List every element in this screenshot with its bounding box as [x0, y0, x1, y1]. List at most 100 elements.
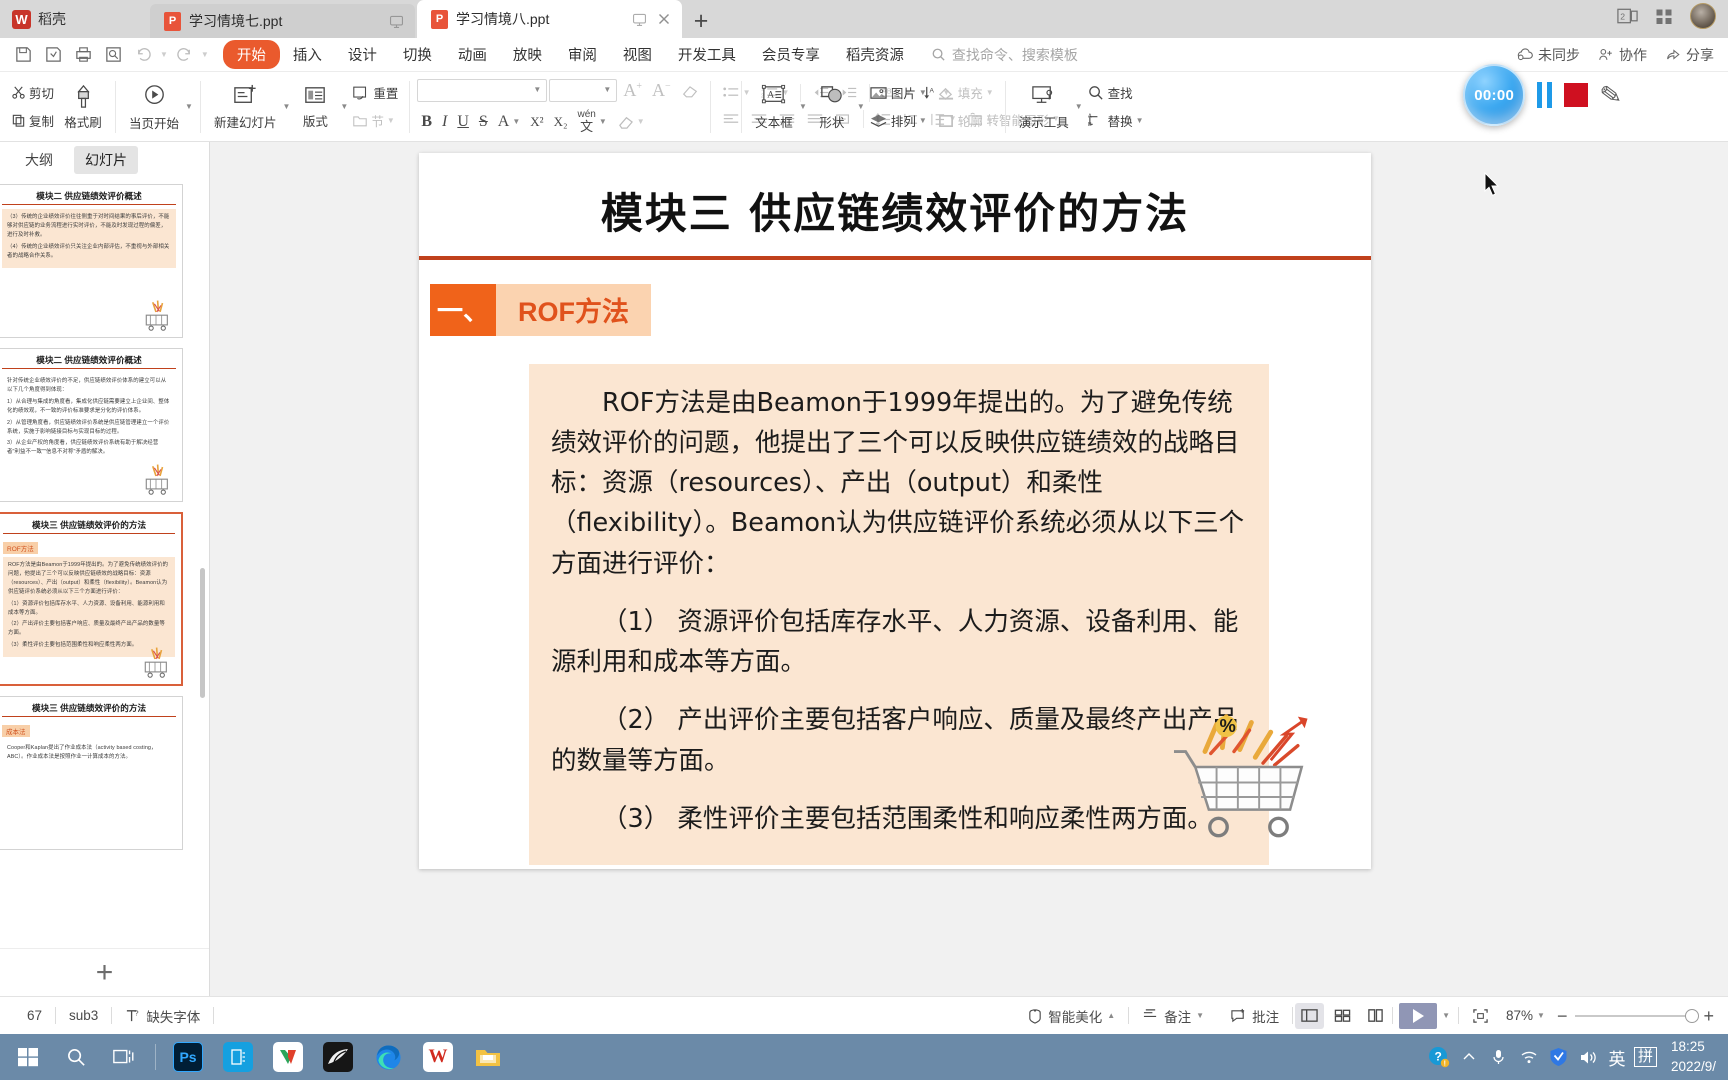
slide-thumbnail-list[interactable]: 模块二 供应链绩效评价概述 （3）传统的企业绩效评价往往侧重于对时间结果的事后评… [0, 178, 209, 948]
undo-icon[interactable] [130, 42, 157, 68]
new-slide-button[interactable]: 新建幻灯片 [208, 81, 283, 133]
taskbar-app-wps-office[interactable] [263, 1034, 313, 1080]
slide-thumbnail-4[interactable]: 模块三 供应链绩效评价的方法 成本法 Cooper和Kaplan提出了作业成本法… [0, 696, 183, 850]
command-search[interactable]: 查找命令、搜索模板 [931, 45, 1078, 65]
document-tab-2[interactable]: P 学习情境八.ppt [417, 0, 682, 38]
tab-animation[interactable]: 动画 [445, 40, 500, 69]
search-button[interactable] [52, 1034, 100, 1080]
strikethrough-button[interactable]: S [475, 111, 492, 133]
comments-button[interactable]: 批注 [1217, 1006, 1292, 1026]
slide-thumbnail-2[interactable]: 模块二 供应链绩效评价概述 针对传统企业绩效评价的不足，供应链绩效评价体系的建立… [0, 348, 183, 502]
save-icon[interactable] [10, 42, 37, 68]
grow-font-button[interactable]: A+ [619, 78, 646, 103]
microphone-icon[interactable] [1484, 1034, 1514, 1080]
superscript-button[interactable]: X² [526, 112, 547, 132]
text-box-caret-icon[interactable]: ▼ [799, 102, 807, 111]
close-icon[interactable] [656, 11, 672, 27]
ime-mode-button[interactable]: 拼 [1630, 1034, 1661, 1080]
help-icon[interactable]: ? ! [1424, 1034, 1454, 1080]
replace-button[interactable]: A B 替换 ▼ [1083, 109, 1148, 132]
smart-beautify-button[interactable]: 智能美化 ▲ [1014, 1006, 1128, 1026]
italic-button[interactable]: I [438, 111, 451, 133]
customize-qat-icon[interactable]: ▼ [201, 50, 209, 59]
shapes-button[interactable]: 形状 [807, 81, 857, 133]
normal-view-button[interactable] [1295, 1002, 1325, 1029]
tab-start[interactable]: 开始 [222, 40, 280, 69]
print-icon[interactable] [70, 42, 97, 68]
volume-icon[interactable] [1574, 1034, 1604, 1080]
picture-button[interactable]: 图片 ▼ [865, 81, 931, 104]
arrange-button[interactable]: 排列 ▼ [865, 109, 931, 132]
highlight-button[interactable]: ▼ [613, 112, 649, 132]
taskbar-app-image-viewer[interactable] [313, 1034, 363, 1080]
pen-icon[interactable]: ✎ [1598, 78, 1624, 112]
tab-member-benefits[interactable]: 会员专享 [749, 40, 833, 69]
font-family-select[interactable]: ▼ [417, 78, 548, 102]
new-tab-button[interactable]: + [684, 4, 718, 38]
brand-home-button[interactable]: W 稻壳 [0, 0, 150, 38]
current-slide[interactable]: 模块三 供应链绩效评价的方法 一、 ROF方法 ROF方法是由Beamon于19… [419, 153, 1371, 869]
slide-title[interactable]: 模块三 供应链绩效评价的方法 [419, 153, 1371, 241]
clock[interactable]: 18:25 2022/9/ [1661, 1037, 1718, 1076]
fill-button[interactable]: 填充 ▼ [933, 81, 998, 104]
start-slideshow-button[interactable] [1399, 1002, 1438, 1029]
zoom-track[interactable] [1575, 1008, 1700, 1023]
sync-status-button[interactable]: 未同步 [1516, 45, 1580, 65]
copy-button[interactable]: 复制 [7, 109, 58, 132]
grid-icon[interactable] [1653, 6, 1676, 26]
taskbar-app-photoshop[interactable]: Ps [163, 1034, 213, 1080]
shapes-caret-icon[interactable]: ▼ [857, 102, 865, 111]
outline-button[interactable]: 轮廓 ▼ [933, 109, 998, 132]
presentation-tools-button[interactable]: 演示工具 [1013, 81, 1075, 133]
tab-docer-resources[interactable]: 稻壳资源 [833, 40, 917, 69]
zoom-out-button[interactable]: − [1557, 1007, 1568, 1025]
tab-view[interactable]: 视图 [610, 40, 665, 69]
taskbar-app-microsoft-edge[interactable] [363, 1034, 413, 1080]
save-as-icon[interactable] [40, 42, 67, 68]
section-heading[interactable]: 一、 ROF方法 [430, 283, 1371, 336]
subscript-button[interactable]: X₂ [550, 112, 572, 132]
layout-caret-icon[interactable]: ▼ [340, 102, 348, 111]
zoom-in-button[interactable]: + [1703, 1007, 1714, 1025]
zoom-level[interactable]: 87% [1502, 1008, 1537, 1023]
text-effects-button[interactable]: A ▼ [494, 111, 524, 133]
tab-slideshow[interactable]: 放映 [500, 40, 555, 69]
layout-button[interactable]: 版式 [290, 81, 340, 132]
collaborate-button[interactable]: 协作 [1598, 45, 1647, 65]
tab-transition[interactable]: 切换 [390, 40, 445, 69]
print-preview-icon[interactable] [100, 42, 127, 68]
taskbar-app-file-explorer[interactable] [463, 1034, 513, 1080]
wifi-icon[interactable] [1514, 1034, 1544, 1080]
reset-button[interactable]: 重置 [348, 81, 402, 104]
show-hidden-icons-chevron[interactable] [1454, 1034, 1484, 1080]
document-tab-1[interactable]: P 学习情境七.ppt [150, 4, 415, 38]
bold-button[interactable]: B [417, 111, 436, 133]
find-button[interactable]: 查找 [1083, 81, 1148, 104]
zoom-slider[interactable]: − + [1557, 1007, 1714, 1025]
reading-view-button[interactable] [1361, 1003, 1390, 1029]
recording-timer[interactable]: 00:00 [1463, 64, 1526, 126]
taskbar-app-scanner[interactable] [213, 1034, 263, 1080]
tab-review[interactable]: 审阅 [555, 40, 610, 69]
redo-icon[interactable] [171, 42, 198, 68]
start-caret-icon[interactable]: ▼ [185, 102, 193, 111]
section-button[interactable]: 节 ▼ [348, 109, 402, 132]
pinyin-guide-button[interactable]: wén 文 ▼ [574, 108, 611, 136]
start-from-current-button[interactable]: 当页开始 [123, 80, 185, 134]
undo-caret-icon[interactable]: ▼ [160, 50, 168, 59]
tab-insert[interactable]: 插入 [280, 40, 335, 69]
task-view-button[interactable] [100, 1034, 148, 1080]
cut-button[interactable]: 剪切 [7, 81, 58, 104]
section-caret-icon[interactable]: ▼ [387, 116, 395, 125]
missing-font-warning[interactable]: ? 缺失字体 [112, 1006, 213, 1026]
slide-thumbnail-3[interactable]: 模块三 供应链绩效评价的方法 ROF方法 ROF方法是由Beamon于1999年… [0, 512, 183, 686]
dual-screen-icon[interactable]: 2 [1616, 6, 1639, 26]
format-painter-button[interactable]: 格式刷 [58, 81, 108, 133]
ime-language-button[interactable]: 英 [1604, 1034, 1630, 1080]
new-slide-caret-icon[interactable]: ▼ [282, 102, 290, 111]
slide-content-box[interactable]: ROF方法是由Beamon于1999年提出的。为了避免传统绩效评价的问题，他提出… [529, 363, 1269, 866]
layout-name[interactable]: sub3 [56, 1008, 111, 1023]
slide-thumbnail-1[interactable]: 模块二 供应链绩效评价概述 （3）传统的企业绩效评价往往侧重于对时间结果的事后评… [0, 184, 183, 338]
tab-developer-tools[interactable]: 开发工具 [665, 40, 749, 69]
tab-slides[interactable]: 幻灯片 [74, 146, 138, 174]
